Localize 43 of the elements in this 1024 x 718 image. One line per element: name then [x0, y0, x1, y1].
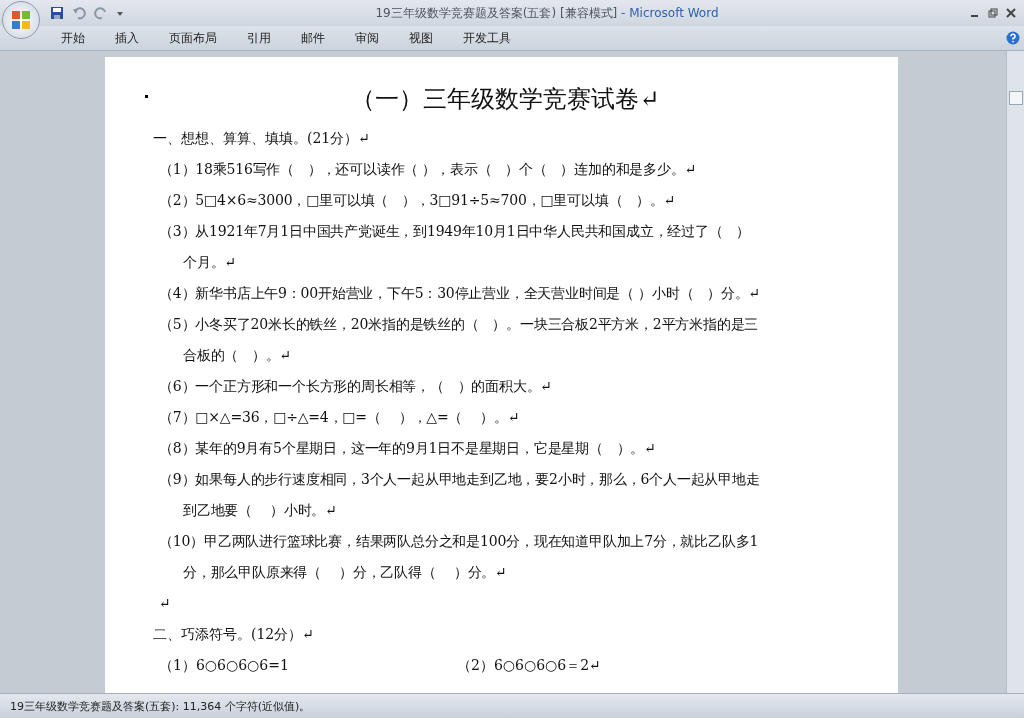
help-icon[interactable]: [1006, 31, 1020, 45]
ribbon-tab[interactable]: 审阅: [340, 26, 394, 50]
office-logo-icon: [10, 9, 32, 31]
scroll-thumb[interactable]: [1009, 91, 1023, 105]
question-text: （6）一个正方形和一个长方形的周长相等，（ ）的面积大。↵: [158, 377, 553, 396]
question-text: （9）如果每人的步行速度相同，3个人一起从甲地走到乙地，要2小时，那么，6个人一起从甲地走: [158, 470, 761, 489]
question-text: （8）某年的9月有5个星期日，这一年的9月1日不是星期日，它是星期（ ）。↵: [158, 439, 657, 458]
question-text: 合板的（ ）。↵: [182, 346, 293, 365]
dropdown-caret-icon[interactable]: [116, 9, 124, 17]
undo-icon[interactable]: [72, 6, 86, 20]
ribbon-tab[interactable]: 视图: [394, 26, 448, 50]
ribbon-tab[interactable]: 邮件: [286, 26, 340, 50]
ribbon-tab[interactable]: 插入: [100, 26, 154, 50]
ribbon-tab[interactable]: 开始: [46, 26, 100, 50]
office-button[interactable]: [2, 1, 40, 39]
question-text: 个月。↵: [182, 253, 237, 272]
question-text: （2）5□4×6≈3000，□里可以填（ ），3□91÷5≈700，□里可以填（ ）。↵: [158, 191, 677, 210]
redo-icon[interactable]: [94, 6, 108, 20]
close-icon[interactable]: [1006, 8, 1016, 18]
section-heading: 一、想想、算算、填填。(21分）↵: [153, 129, 371, 148]
question-text: （1）18乘516写作（ ），还可以读作（ ），表示（ ）个（ ）连加的和是多少。↵: [158, 160, 698, 179]
question-text: （7）□×△=36，□÷△=4，□=（ ），△=（ ）。↵: [158, 408, 521, 427]
document-title: （一）三年级数学竞赛试卷↵: [350, 84, 661, 115]
section-heading: 二、巧添符号。(12分）↵: [153, 625, 315, 644]
question-text: （5）小冬买了20米长的铁丝，20米指的是铁丝的（ ）。一块三合板2平方米，2平方米指的是三: [158, 315, 760, 334]
question-text: （4）新华书店上午9：00开始营业，下午5：30停止营业，全天营业时间是（ ）小时（ ）分。↵: [158, 284, 762, 303]
app-name: - Microsoft Word: [621, 5, 719, 20]
question-text: （3）从1921年7月1日中国共产党诞生，到1949年10月1日中华人民共和国成立，经过了（ ）: [158, 222, 752, 241]
question-text: （10）甲乙两队进行篮球比赛，结果两队总分之和是100分，现在知道甲队加上7分，就比乙队多1: [158, 532, 760, 551]
question-text: 分，那么甲队原来得（ ）分，乙队得（ ）分。↵: [182, 563, 508, 582]
ribbon-tab[interactable]: 引用: [232, 26, 286, 50]
ribbon-tab[interactable]: 页面布局: [154, 26, 232, 50]
restore-icon[interactable]: [988, 8, 998, 18]
question-text: ↵: [158, 594, 172, 613]
question-text: （2）6○6○6○6＝2↵: [457, 656, 602, 675]
save-icon[interactable]: [50, 6, 64, 20]
question-text: 到乙地要（ ）小时。↵: [182, 501, 338, 520]
bullet-mark: [145, 95, 148, 98]
ribbon-tab[interactable]: 开发工具: [448, 26, 526, 50]
window-title: 19三年级数学竞赛题及答案(五套) [兼容模式]: [375, 5, 618, 20]
vertical-scrollbar[interactable]: [1006, 51, 1024, 693]
question-text: （1）6○6○6○6=1: [159, 656, 290, 675]
status-text: 19三年级数学竞赛题及答案(五套): 11,364 个字符(近似值)。: [10, 698, 311, 714]
